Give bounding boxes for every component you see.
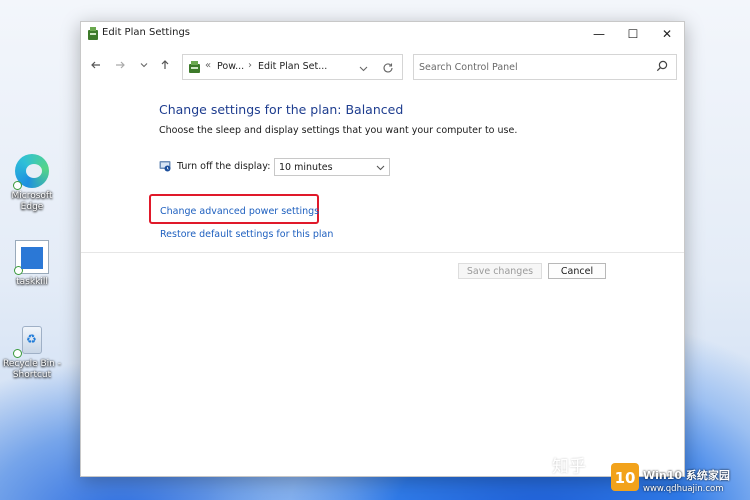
- site-name-watermark: Win10 系统家园: [643, 469, 730, 482]
- desktop-icon-edge[interactable]: Microsoft Edge: [0, 154, 64, 213]
- content-pane: Change settings for the plan: Balanced C…: [81, 82, 684, 476]
- desktop-icon-recycle-bin[interactable]: ♻ Recycle Bin - Shortcut: [0, 322, 64, 381]
- turn-off-display-label: Turn off the display:: [177, 161, 271, 172]
- minimize-icon: —: [593, 27, 605, 41]
- title-bar[interactable]: Edit Plan Settings — ☐ ✕: [81, 22, 684, 46]
- sync-check-icon: [13, 349, 22, 358]
- back-arrow-icon: [91, 61, 100, 69]
- desktop-icon-label: taskkill: [16, 277, 48, 287]
- breadcrumb-separator: ›: [248, 60, 252, 71]
- control-panel-icon: [189, 61, 200, 73]
- back-button[interactable]: [87, 56, 105, 74]
- navigation-bar: « Pow... › Edit Plan Set...: [81, 50, 684, 80]
- win10-logo-text: 10: [615, 469, 636, 487]
- close-button[interactable]: ✕: [650, 22, 684, 46]
- desktop-icon-label: Recycle Bin - Shortcut: [3, 359, 61, 380]
- display-monitor-icon: [159, 161, 171, 172]
- recent-locations-button[interactable]: [135, 56, 153, 74]
- up-arrow-icon: [161, 60, 169, 69]
- window-title: Edit Plan Settings: [102, 27, 191, 38]
- sync-check-icon: [13, 181, 22, 190]
- breadcrumb-item-power[interactable]: Pow...: [217, 61, 244, 72]
- microsoft-edge-icon: [13, 154, 49, 190]
- refresh-icon[interactable]: [382, 62, 394, 74]
- restore-default-settings-link[interactable]: Restore default settings for this plan: [160, 229, 333, 240]
- zhihu-watermark: 知乎: [552, 457, 586, 477]
- address-bar[interactable]: « Pow... › Edit Plan Set...: [182, 54, 403, 80]
- edit-plan-settings-window: Edit Plan Settings — ☐ ✕ « Pow... › Edit…: [80, 21, 685, 477]
- search-input[interactable]: [419, 59, 647, 75]
- maximize-icon: ☐: [627, 27, 639, 41]
- power-options-icon: [88, 27, 98, 40]
- search-box[interactable]: [413, 54, 677, 80]
- page-description: Choose the sleep and display settings th…: [159, 125, 518, 136]
- desktop-icon-label: Microsoft Edge: [11, 191, 53, 212]
- win10-logo-icon: 10: [611, 463, 639, 491]
- turn-off-display-select[interactable]: 10 minutes: [274, 158, 390, 176]
- up-button[interactable]: [156, 56, 174, 74]
- file-icon: [14, 240, 49, 275]
- save-changes-button[interactable]: Save changes: [458, 263, 542, 279]
- turn-off-display-value: 10 minutes: [279, 162, 333, 173]
- page-title: Change settings for the plan: Balanced: [159, 102, 404, 117]
- maximize-button[interactable]: ☐: [616, 22, 650, 46]
- minimize-button[interactable]: —: [582, 22, 616, 46]
- divider: [81, 252, 684, 253]
- sync-check-icon: [14, 266, 23, 275]
- forward-button[interactable]: [111, 56, 129, 74]
- recycle-bin-icon: ♻: [13, 322, 49, 358]
- cancel-button[interactable]: Cancel: [548, 263, 606, 279]
- forward-arrow-icon: [116, 61, 125, 69]
- search-icon[interactable]: [656, 60, 668, 72]
- chevron-down-icon: [376, 165, 385, 171]
- chevron-down-icon[interactable]: [359, 64, 368, 73]
- site-url-watermark: www.qdhuajin.com: [643, 484, 724, 494]
- breadcrumb-overflow[interactable]: «: [205, 60, 211, 71]
- chevron-down-icon: [140, 63, 148, 68]
- turn-off-display-row: Turn off the display: 10 minutes: [159, 158, 459, 178]
- change-advanced-power-settings-link[interactable]: Change advanced power settings: [160, 206, 319, 217]
- close-icon: ✕: [661, 27, 673, 41]
- breadcrumb-item-edit-plan[interactable]: Edit Plan Set...: [258, 61, 327, 72]
- desktop-icon-taskkill[interactable]: taskkill: [0, 240, 64, 288]
